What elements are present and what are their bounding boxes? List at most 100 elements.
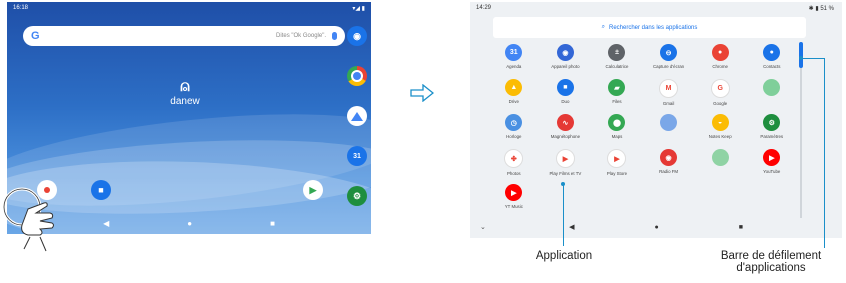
status-bar: 16:18 ▾◢ ▮ — [13, 5, 365, 12]
app-tile[interactable]: ▶ Play Store — [591, 149, 643, 181]
search-hint: Dites "Ok Google". — [276, 33, 326, 39]
app-label: Radio FM — [659, 169, 679, 174]
app-label: YT Music — [504, 204, 523, 209]
app-tile[interactable]: ▶ YouTube — [746, 149, 798, 181]
calculator-icon: ± — [608, 44, 626, 61]
app-row: 31 Agenda ◉ Appareil photo ± Calculatrice ⊖ Cap… — [488, 44, 798, 76]
status-bar: 14:29 ✱ ▮ 51 % — [476, 5, 834, 12]
play-store-icon: ▶ — [607, 149, 627, 168]
app-label: Notes Keep — [708, 134, 732, 139]
blurred-app-icon — [660, 114, 678, 131]
app-tile[interactable]: 31 Agenda — [488, 44, 540, 76]
app-label: Gmail — [662, 101, 675, 106]
scrollbar-callout-line2: d'applications — [736, 262, 806, 274]
app-label: YouTube — [763, 169, 781, 174]
app-tile[interactable]: ◷ Horloge — [488, 114, 540, 146]
camera-icon[interactable]: ◉ — [347, 26, 367, 46]
keep-icon: ◒ — [711, 114, 729, 131]
search-placeholder: Rechercher dans les applications — [608, 24, 698, 31]
app-tile[interactable]: ◉ Appareil photo — [540, 44, 592, 76]
app-tile[interactable]: ◒ Notes Keep — [694, 114, 746, 146]
application-callout-dot — [561, 182, 565, 186]
app-tile[interactable]: ⊖ Capture d'écran — [643, 44, 695, 76]
contacts-icon: ● — [763, 44, 781, 61]
play-store-icon[interactable]: ▶ — [303, 180, 323, 200]
app-tile[interactable]: ▶ YT Music — [488, 184, 540, 216]
calendar-icon[interactable]: 31 — [347, 146, 367, 166]
app-tile[interactable] — [746, 79, 798, 111]
duo-icon[interactable]: ■ — [91, 180, 111, 200]
app-tile[interactable]: ▰ Files — [591, 79, 643, 111]
chrome-icon: ● — [711, 44, 729, 61]
app-label: Files — [612, 99, 622, 104]
app-tile[interactable]: ⬤ Maps — [591, 114, 643, 146]
swipe-up-hand-icon — [2, 187, 54, 252]
app-row: ✤ Photos ▶ Play Films et TV ▶ Play Store ◉ Radi… — [488, 149, 798, 181]
app-tile[interactable]: G Google — [694, 79, 746, 111]
app-tile[interactable] — [694, 149, 746, 181]
play-movies-icon: ▶ — [555, 149, 575, 168]
scrollbar-thumb[interactable] — [799, 42, 803, 68]
scrollbar-callout-line1: Barre de défilement — [720, 250, 822, 262]
brand-name: danew — [170, 96, 200, 107]
app-tile[interactable]: ● Contacts — [746, 44, 798, 76]
app-label: Drive — [508, 99, 519, 104]
drive-icon: ▲ — [505, 79, 523, 96]
google-search-bar[interactable]: G Dites "Ok Google". — [23, 26, 345, 46]
camera-icon: ◉ — [556, 44, 574, 61]
app-row: ▲ Drive ■ Duo ▰ Files M Gmail G Google — [488, 79, 798, 111]
application-callout-line — [563, 184, 564, 246]
app-tile[interactable]: ● Chrome — [694, 44, 746, 76]
mic-icon[interactable] — [332, 32, 337, 40]
app-label: Paramètres — [760, 134, 784, 139]
gallery-icon[interactable] — [347, 106, 367, 126]
app-search-bar[interactable]: ⌕ Rechercher dans les applications — [493, 17, 806, 38]
chrome-icon[interactable] — [347, 66, 367, 86]
app-tile[interactable]: ⚙ Paramètres — [746, 114, 798, 146]
app-label: Magnétophone — [550, 134, 581, 139]
scrollbar-track[interactable] — [800, 42, 802, 218]
files-icon: ▰ — [608, 79, 626, 96]
app-tile[interactable]: M Gmail — [643, 79, 695, 111]
app-label: Agenda — [506, 64, 522, 69]
app-tile[interactable] — [643, 114, 695, 146]
scrollbar-callout-label: Barre de défilement d'applications — [700, 250, 842, 274]
chevron-down-icon[interactable]: ⌄ — [480, 223, 486, 231]
recents-button[interactable]: ■ — [270, 219, 275, 228]
app-tile[interactable]: ■ Duo — [540, 79, 592, 111]
home-button[interactable]: ● — [187, 219, 192, 228]
home-button[interactable]: ● — [654, 224, 658, 231]
app-tile[interactable]: ∿ Magnétophone — [540, 114, 592, 146]
status-time: 16:18 — [13, 5, 29, 11]
app-label: Duo — [561, 99, 570, 104]
back-button[interactable]: ◀ — [569, 223, 574, 231]
app-tile[interactable]: ✤ Photos — [488, 149, 540, 181]
scrollbar-callout-line-v — [824, 58, 825, 248]
arrow-right-icon — [410, 84, 434, 102]
app-row: ◷ Horloge ∿ Magnétophone ⬤ Maps ◒ Notes Keep ⚙ Pa… — [488, 114, 798, 146]
status-icons: ▾◢ ▮ — [352, 6, 365, 12]
blurred-app-icon — [711, 149, 729, 166]
screenshot-icon: ⊖ — [660, 44, 678, 61]
app-tile[interactable]: ± Calculatrice — [591, 44, 643, 76]
duo-icon: ■ — [556, 79, 574, 96]
app-label: Capture d'écran — [653, 64, 685, 69]
gmail-icon: M — [659, 79, 679, 98]
search-icon: ⌕ — [601, 24, 605, 30]
google-icon: G — [710, 79, 730, 98]
app-drawer: 14:29 ✱ ▮ 51 % ⌕ Rechercher dans les app… — [470, 2, 842, 238]
app-label: Maps — [611, 134, 623, 139]
calendar-icon: 31 — [505, 44, 523, 61]
app-tile[interactable]: ▲ Drive — [488, 79, 540, 111]
app-label: Play Films et TV — [549, 171, 582, 176]
settings-icon[interactable]: ⚙ — [347, 186, 367, 206]
app-row: ▶ YT Music — [488, 184, 798, 216]
app-label: Photos — [506, 171, 521, 176]
back-button[interactable]: ◀ — [103, 219, 109, 228]
settings-icon: ⚙ — [763, 114, 781, 131]
app-tile[interactable]: ◉ Radio FM — [643, 149, 695, 181]
clock-icon: ◷ — [505, 114, 523, 131]
recents-button[interactable]: ■ — [739, 224, 743, 231]
app-tile[interactable]: ▶ Play Films et TV — [540, 149, 592, 181]
brand-logo: ⍝ danew — [165, 78, 205, 107]
